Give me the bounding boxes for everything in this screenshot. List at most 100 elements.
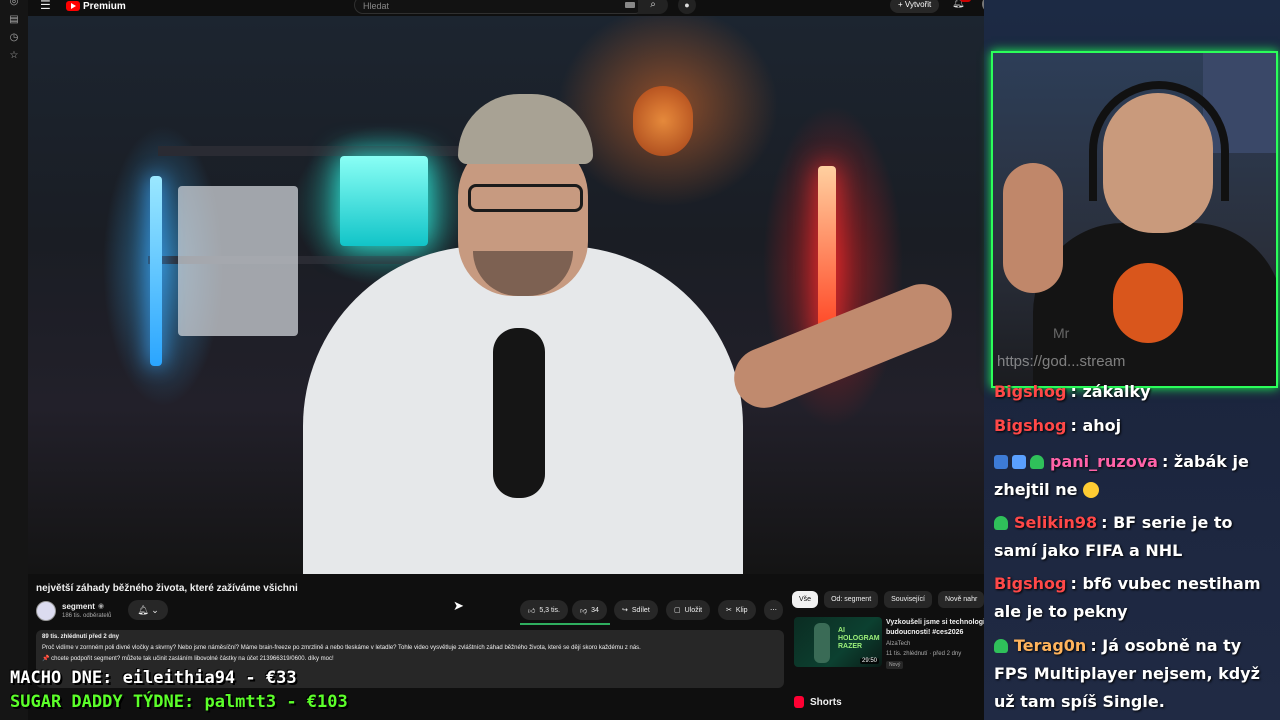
grin-emoji-icon xyxy=(1083,482,1100,498)
top-bar: ☰ Premium Hledat ⌕ ● + Vytvořit 🔔︎ 9+ xyxy=(28,0,1000,16)
save-icon: ▢ xyxy=(674,607,681,614)
scissors-icon: ✂ xyxy=(726,607,732,614)
chat-username: Selikin98 xyxy=(1014,513,1098,532)
recommended-channel[interactable]: AlzaTech xyxy=(886,641,910,647)
save-label: Uložit xyxy=(684,606,703,614)
chat-message: Bigshog: bf6 vubec nestiham ale je to pe… xyxy=(994,570,1278,626)
cube-badge-icon xyxy=(1012,455,1026,469)
mouse-cursor-icon: ➤ xyxy=(453,598,464,613)
chat-username: Bigshog xyxy=(994,574,1067,593)
chip-recently-uploaded[interactable]: Nově nahr xyxy=(938,591,985,608)
youtube-window: ◎ ▤ ◷ ☆ ☰ Premium Hledat ⌕ ● + Vytvořit … xyxy=(0,0,1000,720)
shorts-label: Shorts xyxy=(810,696,842,708)
sword-badge-icon xyxy=(994,455,1008,469)
recommended-meta: 11 tis. zhlédnutí · před 2 dny xyxy=(886,651,962,657)
save-button[interactable]: ▢ Uložit xyxy=(666,600,711,620)
chat-message: Bigshog: ahoj xyxy=(994,412,1278,440)
blue-light-tube xyxy=(150,176,162,366)
chip-all[interactable]: Vše xyxy=(792,591,819,608)
hamburger-menu-icon[interactable]: ☰ xyxy=(40,0,54,12)
thumbnail-figure xyxy=(814,623,830,663)
related-filter-chips: Vše Od: segment Související Nově nahr xyxy=(792,591,985,608)
orange-lamp xyxy=(633,86,693,156)
chat-message: Bigshog: zákalky xyxy=(994,378,1278,406)
star-icon[interactable]: ☆ xyxy=(8,50,20,62)
chat-text: : ahoj xyxy=(1070,416,1122,435)
more-icon: ⋯ xyxy=(770,607,777,614)
search-input[interactable]: Hledat xyxy=(354,0,644,14)
search-button[interactable]: ⌕ xyxy=(638,0,668,14)
notification-count-badge: 9+ xyxy=(960,0,971,2)
top-donor-day-overlay: MACHO DNE: eileithia94 - €33 xyxy=(10,668,297,688)
youtube-play-icon xyxy=(66,1,80,11)
chat-message: Terag0n: Já osobně na ty FPS Multiplayer… xyxy=(994,632,1278,716)
streamer-hand xyxy=(1003,163,1063,293)
more-actions-button[interactable]: ⋯ xyxy=(764,600,783,620)
streamer-webcam: Mr https://god...stream xyxy=(991,51,1278,388)
share-label: Sdílet xyxy=(631,606,650,614)
chip-from-channel[interactable]: Od: segment xyxy=(824,591,879,608)
share-icon: ↪ xyxy=(622,607,628,614)
subscriber-count: 186 tis. odběratelů xyxy=(62,613,112,619)
view-count-date: 89 tis. zhlédnutí před 2 dny xyxy=(42,634,120,640)
keyboard-icon[interactable] xyxy=(625,2,635,8)
clip-button[interactable]: ✂ Klip xyxy=(718,600,756,620)
create-button[interactable]: + Vytvořit xyxy=(890,0,940,13)
studio-microphone xyxy=(493,328,545,498)
channel-avatar[interactable] xyxy=(36,601,56,621)
like-button[interactable]: 👍︎ 5,3 tis. xyxy=(520,600,568,620)
chat-username: Bigshog xyxy=(994,416,1067,435)
webcam-watermark-url: https://god...stream xyxy=(997,353,1126,370)
voice-search-button[interactable]: ● xyxy=(678,0,696,14)
video-player[interactable] xyxy=(28,16,984,574)
subscriber-badge-icon xyxy=(994,639,1008,653)
dislike-button[interactable]: 👎︎ 34 xyxy=(572,600,607,620)
like-ratio-bar xyxy=(520,623,610,625)
search-placeholder: Hledat xyxy=(363,1,390,11)
compass-icon[interactable]: ◎ xyxy=(8,0,20,8)
verified-icon: ◉ xyxy=(98,603,105,610)
silver-play-button-plaque xyxy=(178,186,298,336)
chat-username: Bigshog xyxy=(994,382,1067,401)
description-line: Proč vidíme v zornném poli divné vločky … xyxy=(42,645,641,651)
recommended-video-title[interactable]: Vyzkoušeli jsme si technologie budoucnos… xyxy=(886,618,994,638)
dislike-count: 34 xyxy=(591,606,599,614)
shorts-header: Shorts xyxy=(794,696,842,708)
chat-username: pani_ruzova xyxy=(1050,452,1158,471)
library-icon[interactable]: ▤ xyxy=(8,14,20,26)
description-line: 📌 chcete podpořit segment? můžete tak uč… xyxy=(42,656,334,662)
subscriber-badge-icon xyxy=(1030,455,1044,469)
logo-text: Premium xyxy=(83,0,126,12)
screen: ◎ ▤ ◷ ☆ ☰ Premium Hledat ⌕ ● + Vytvořit … xyxy=(0,0,1280,720)
left-rail: ◎ ▤ ◷ ☆ xyxy=(0,0,28,720)
like-count: 5,3 tis. xyxy=(539,606,560,614)
presenter-cap xyxy=(458,94,593,164)
webcam-watermark: Mr xyxy=(1053,325,1070,341)
chat-message: Selikin98: BF serie je to samí jako FIFA… xyxy=(994,509,1278,565)
video-title: největší záhady běžného života, které za… xyxy=(36,583,298,594)
chip-related[interactable]: Související xyxy=(884,591,932,608)
thumbnail-text: AI HOLOGRAM RAZER xyxy=(838,627,880,650)
channel-name[interactable]: segment xyxy=(62,602,95,611)
search-icon: ⌕ xyxy=(650,0,656,10)
history-icon[interactable]: ◷ xyxy=(8,32,20,44)
subscription-bell-button[interactable]: 🔔︎ ⌄ xyxy=(128,600,168,620)
clip-label: Klip xyxy=(735,606,748,614)
shorts-icon xyxy=(794,696,804,708)
presenter-arm xyxy=(725,275,961,417)
presenter-glasses xyxy=(468,184,583,212)
mic-icon: ● xyxy=(684,0,690,10)
chat-message: pani_ruzova: žabák je zhejtil ne xyxy=(994,448,1278,504)
thumbs-up-icon: 👍︎ xyxy=(528,607,536,615)
recommended-video-thumbnail[interactable]: AI HOLOGRAM RAZER 29:50 xyxy=(794,617,882,667)
cyan-light-cube xyxy=(340,156,428,246)
share-button[interactable]: ↪ Sdílet xyxy=(614,600,658,620)
thumbs-down-icon: 👎︎ xyxy=(580,607,588,615)
shirt-logo xyxy=(1113,263,1183,343)
subscriber-badge-icon xyxy=(994,516,1008,530)
youtube-logo[interactable]: Premium xyxy=(66,0,126,12)
top-donor-week-overlay: SUGAR DADDY TÝDNE: palmtt3 - €103 xyxy=(10,692,348,712)
chat-username: Terag0n xyxy=(1014,636,1087,655)
chat-text: : zákalky xyxy=(1070,382,1151,401)
new-badge: Nový xyxy=(886,661,904,669)
